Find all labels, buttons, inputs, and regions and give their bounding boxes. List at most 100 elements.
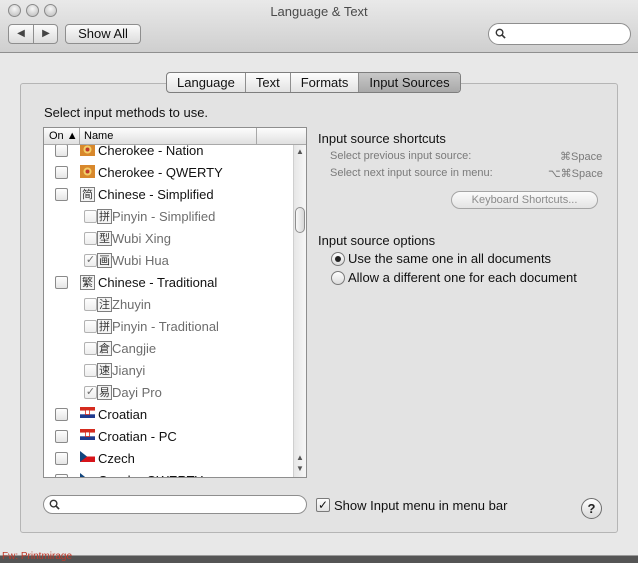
- input-method-name: Czech: [98, 451, 135, 466]
- input-method-glyph-icon: 拼: [97, 209, 112, 224]
- input-method-name: Wubi Hua: [112, 253, 169, 268]
- input-method-checkbox[interactable]: [84, 232, 97, 245]
- list-item[interactable]: ✓ 易 Dayi Pro: [44, 382, 292, 404]
- radio-selected-dot: [335, 256, 341, 262]
- next-source-label: Select next input source in menu:: [330, 167, 493, 179]
- previous-source-label: Select previous input source:: [330, 150, 472, 162]
- background-window-strip: [0, 556, 638, 563]
- scroll-up-icon[interactable]: ▲: [294, 453, 306, 462]
- tab-language[interactable]: Language: [167, 73, 246, 92]
- input-method-name: Cangjie: [112, 341, 157, 356]
- list-item[interactable]: 拼 Pinyin - Traditional: [44, 316, 292, 338]
- preferences-window: Language & Text ◀ ▶ Show All Language Tex…: [0, 0, 638, 556]
- list-item[interactable]: 注 Zhuyin: [44, 294, 292, 316]
- scroll-down-icon[interactable]: ▼: [294, 464, 306, 473]
- forward-button[interactable]: ▶: [34, 25, 58, 43]
- input-method-checkbox[interactable]: [84, 364, 97, 377]
- back-forward-control: ◀ ▶: [8, 24, 58, 44]
- background-window-text: Fw: Printmirage: [2, 551, 73, 562]
- tab-text[interactable]: Text: [246, 73, 291, 92]
- input-method-glyph-icon: 繁: [80, 275, 95, 290]
- input-method-glyph-icon: 注: [97, 297, 112, 312]
- show-all-button[interactable]: Show All: [65, 24, 141, 44]
- list-item[interactable]: 简 Chinese - Simplified: [44, 184, 292, 206]
- input-method-name: Cherokee - Nation: [98, 143, 204, 158]
- croatia-flag-icon: [80, 407, 95, 422]
- input-methods-list: Cherokee - Nation Cherokee - QWERTY 简 Chine…: [43, 127, 307, 478]
- column-header-on[interactable]: On ▲: [44, 128, 80, 144]
- czech-flag-icon: [80, 451, 95, 466]
- list-item[interactable]: 型 Wubi Xing: [44, 228, 292, 250]
- input-method-checkbox[interactable]: [84, 298, 97, 311]
- radio-different-each-document[interactable]: [331, 271, 345, 285]
- input-method-name: Jianyi: [112, 363, 146, 378]
- input-method-checkbox[interactable]: ✓: [84, 254, 97, 267]
- input-method-name: Czech - QWERTY: [98, 473, 203, 477]
- input-method-glyph-icon: 速: [97, 363, 112, 378]
- input-method-checkbox[interactable]: [55, 166, 68, 179]
- search-input[interactable]: [488, 23, 631, 45]
- input-method-checkbox[interactable]: [55, 452, 68, 465]
- list-rows: Cherokee - Nation Cherokee - QWERTY 简 Chine…: [44, 140, 292, 477]
- list-item[interactable]: Czech - QWERTY: [44, 470, 292, 477]
- input-method-glyph-icon: 画: [97, 253, 112, 268]
- input-method-checkbox[interactable]: [84, 210, 97, 223]
- input-method-name: Croatian: [98, 407, 148, 422]
- input-method-checkbox[interactable]: [84, 320, 97, 333]
- option-same-label: Use the same one in all documents: [348, 251, 552, 266]
- input-method-name: Zhuyin: [112, 297, 152, 312]
- list-header: On ▲ Name: [44, 128, 306, 145]
- input-method-name: Chinese - Simplified: [98, 187, 214, 202]
- czech-flag-icon: [80, 473, 95, 477]
- list-search-input[interactable]: [43, 495, 307, 514]
- input-method-name: Pinyin - Simplified: [112, 209, 216, 224]
- input-method-checkbox[interactable]: ✓: [84, 386, 97, 399]
- column-header-name[interactable]: Name: [81, 128, 257, 144]
- input-method-name: Cherokee - QWERTY: [98, 165, 223, 180]
- tab-formats[interactable]: Formats: [291, 73, 360, 92]
- input-method-checkbox[interactable]: [55, 276, 68, 289]
- list-item[interactable]: Croatian - PC: [44, 426, 292, 448]
- list-item[interactable]: Czech: [44, 448, 292, 470]
- show-input-menu-checkbox[interactable]: ✓: [316, 498, 330, 512]
- list-item[interactable]: 速 Jianyi: [44, 360, 292, 382]
- input-method-glyph-icon: 易: [97, 385, 112, 400]
- input-method-name: Wubi Xing: [112, 231, 172, 246]
- keyboard-shortcuts-button[interactable]: Keyboard Shortcuts...: [451, 191, 598, 209]
- shortcuts-heading: Input source shortcuts: [318, 131, 446, 146]
- input-method-name: Croatian - PC: [98, 429, 177, 444]
- input-method-checkbox[interactable]: [84, 342, 97, 355]
- list-item[interactable]: Cherokee - QWERTY: [44, 162, 292, 184]
- previous-source-key: ⌘Space: [560, 151, 603, 163]
- flag-icon: [80, 143, 95, 158]
- tab-input-sources[interactable]: Input Sources: [359, 73, 460, 92]
- input-method-glyph-icon: 型: [97, 231, 112, 246]
- title-bar: Language & Text ◀ ▶ Show All: [0, 0, 638, 53]
- input-method-glyph-icon: 倉: [97, 341, 112, 356]
- radio-same-all-documents[interactable]: [331, 252, 345, 266]
- show-input-menu-label: Show Input menu in menu bar: [334, 498, 508, 513]
- input-method-checkbox[interactable]: [55, 408, 68, 421]
- list-item[interactable]: Croatian: [44, 404, 292, 426]
- input-method-name: Chinese - Traditional: [98, 275, 218, 290]
- input-method-name: Dayi Pro: [112, 385, 162, 400]
- list-item[interactable]: 繁 Chinese - Traditional: [44, 272, 292, 294]
- back-button[interactable]: ◀: [9, 25, 34, 43]
- scroll-thumb[interactable]: [295, 207, 305, 233]
- list-item[interactable]: 拼 Pinyin - Simplified: [44, 206, 292, 228]
- input-method-checkbox[interactable]: [55, 188, 68, 201]
- next-source-key: ⌥⌘Space: [548, 168, 603, 180]
- input-method-checkbox[interactable]: [55, 144, 68, 157]
- flag-icon: [80, 165, 95, 180]
- input-method-checkbox[interactable]: [55, 430, 68, 443]
- list-scrollbar[interactable]: ▲ ▲ ▼: [293, 145, 306, 477]
- croatia-flag-icon: [80, 429, 95, 444]
- help-button[interactable]: ?: [581, 498, 602, 519]
- option-different-label: Allow a different one for each document: [348, 270, 577, 285]
- list-item[interactable]: 倉 Cangjie: [44, 338, 292, 360]
- options-heading: Input source options: [318, 233, 436, 248]
- tab-bar: Language Text Formats Input Sources: [166, 72, 461, 93]
- list-item[interactable]: ✓ 画 Wubi Hua: [44, 250, 292, 272]
- scroll-up-icon[interactable]: ▲: [294, 147, 306, 156]
- input-method-checkbox[interactable]: [55, 474, 68, 477]
